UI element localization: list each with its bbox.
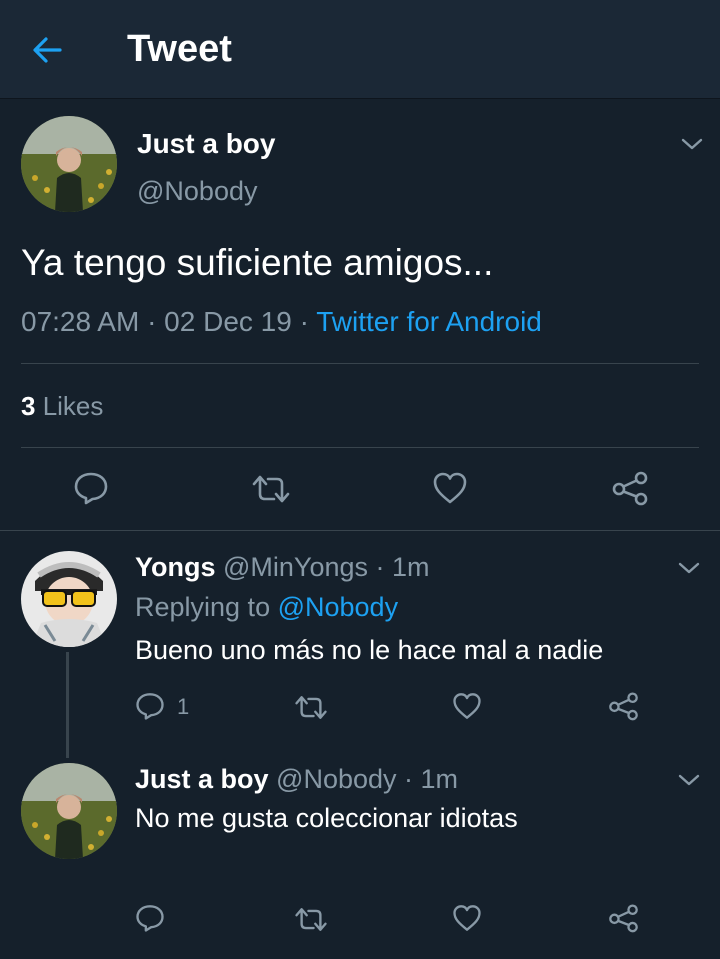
- share-icon: [609, 692, 638, 721]
- replying-to-handle[interactable]: @Nobody: [278, 592, 398, 622]
- avatar[interactable]: [21, 551, 117, 647]
- reply-author-name[interactable]: Just a boy: [135, 764, 269, 794]
- reply-icon: [136, 905, 164, 932]
- share-button[interactable]: [607, 691, 640, 721]
- like-button[interactable]: [451, 691, 483, 721]
- reply-header[interactable]: Just a boy @Nobody · 1m: [135, 764, 458, 795]
- reply-text: Bueno uno más no le hace mal a nadie: [135, 635, 604, 665]
- top-bar: Tweet: [0, 0, 720, 99]
- retweet-button[interactable]: [250, 472, 292, 506]
- retweet-button[interactable]: [293, 693, 329, 722]
- author-name[interactable]: Just a boy: [137, 128, 275, 160]
- like-icon: [453, 905, 481, 931]
- likes-label: Likes: [35, 391, 104, 421]
- author-handle[interactable]: @Nobody: [137, 176, 257, 207]
- like-button[interactable]: [431, 470, 469, 506]
- tweet-text: Ya tengo suficiente amigos...: [21, 242, 494, 283]
- divider: [21, 447, 699, 448]
- reply-author-handle: @MinYongs · 1m: [215, 552, 430, 582]
- like-button[interactable]: [451, 903, 483, 933]
- reply-button[interactable]: [134, 691, 166, 721]
- retweet-icon: [295, 908, 327, 931]
- like-icon: [433, 472, 467, 504]
- share-button[interactable]: [607, 903, 640, 933]
- reply-button[interactable]: [72, 470, 110, 506]
- share-button[interactable]: [610, 470, 650, 506]
- reply-count: 1: [177, 694, 190, 719]
- divider: [21, 363, 699, 364]
- retweet-icon: [295, 696, 327, 719]
- tweet-meta: 07:28 AM · 02 Dec 19 · Twitter for Andro…: [21, 306, 542, 338]
- share-icon: [609, 904, 638, 933]
- like-icon: [453, 693, 481, 719]
- chevron-down-icon[interactable]: [677, 560, 701, 576]
- page-title: Tweet: [127, 28, 232, 70]
- retweet-icon: [252, 475, 290, 503]
- tweet-timestamp: 07:28 AM · 02 Dec 19 ·: [21, 306, 317, 337]
- reply-button[interactable]: [134, 903, 166, 933]
- avatar[interactable]: [21, 116, 117, 212]
- share-icon: [612, 471, 648, 506]
- divider: [0, 530, 720, 531]
- reply-header[interactable]: Yongs @MinYongs · 1m: [135, 552, 430, 583]
- avatar[interactable]: [21, 763, 117, 859]
- reply-author-name[interactable]: Yongs: [135, 552, 216, 582]
- likes-number: 3: [21, 391, 36, 421]
- retweet-button[interactable]: [293, 905, 329, 934]
- chevron-down-icon[interactable]: [677, 772, 701, 788]
- back-arrow-icon[interactable]: [30, 33, 66, 67]
- reply-author-handle: @Nobody · 1m: [268, 764, 459, 794]
- replying-to: Replying to @Nobody: [135, 592, 398, 623]
- tweet-source-link[interactable]: Twitter for Android: [316, 306, 542, 337]
- replying-to-label: Replying to: [135, 592, 278, 622]
- chevron-down-icon[interactable]: [680, 136, 704, 152]
- reply-text: No me gusta coleccionar idiotas: [135, 803, 518, 833]
- likes-count[interactable]: 3 Likes: [21, 391, 103, 422]
- reply-icon: [136, 693, 164, 720]
- reply-icon: [74, 472, 108, 505]
- thread-line: [66, 652, 69, 758]
